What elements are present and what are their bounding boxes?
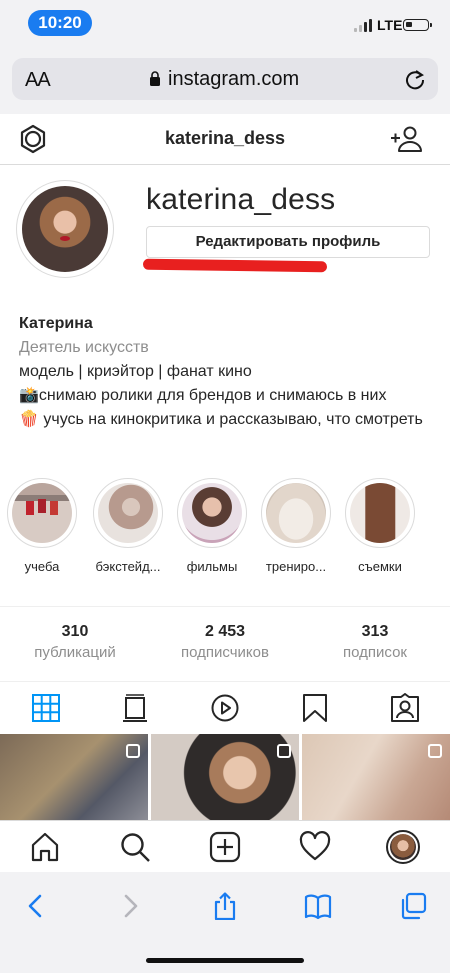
- posts-grid: [0, 734, 450, 820]
- status-time: 10:20: [28, 10, 92, 36]
- igtv-icon[interactable]: [120, 693, 150, 723]
- edit-profile-button[interactable]: Редактировать профиль: [146, 226, 430, 258]
- following-count[interactable]: 313 подписок: [300, 623, 450, 661]
- reload-icon[interactable]: [404, 68, 426, 90]
- highlight-label: съемки: [358, 559, 402, 574]
- highlight-item[interactable]: съемки: [340, 478, 420, 574]
- browser-toolbar: [0, 872, 450, 973]
- instagram-header: katerina_dess: [0, 114, 450, 165]
- highlight-item[interactable]: бэкстейд...: [88, 478, 168, 574]
- bio-line: 🍿 учусь на кинокритика и рассказываю, чт…: [19, 411, 423, 428]
- profile-photo: [22, 186, 108, 272]
- search-icon[interactable]: [119, 831, 151, 863]
- profile-tabs: [0, 681, 450, 733]
- bio-line: 📸снимаю ролики для брендов и снимаюсь в …: [19, 387, 387, 404]
- stat-label: подписок: [343, 644, 407, 661]
- story-highlights: учеба бэкстейд... фильмы трениро... съем…: [0, 478, 450, 582]
- status-bar: 10:20 LTE: [0, 0, 450, 46]
- red-highlight-mark: [142, 258, 328, 273]
- profile-category: Деятель искусств: [19, 339, 149, 356]
- highlight-cover-ring: [261, 478, 331, 548]
- highlight-cover-ring: [345, 478, 415, 548]
- profile-stats: 310 публикаций 2 453 подписчиков 313 под…: [0, 606, 450, 682]
- share-icon[interactable]: [211, 892, 239, 920]
- stat-label: публикаций: [34, 644, 116, 661]
- signal-icon: [354, 18, 376, 32]
- highlight-cover-ring: [93, 478, 163, 548]
- post-thumbnail[interactable]: [0, 734, 148, 820]
- highlight-cover: [12, 483, 72, 543]
- highlight-item[interactable]: учеба: [2, 478, 82, 574]
- post-thumbnail[interactable]: [302, 734, 450, 820]
- forward-icon[interactable]: [116, 892, 144, 920]
- battery-icon: [403, 19, 432, 31]
- highlight-cover: [266, 483, 326, 543]
- highlight-item[interactable]: трениро...: [256, 478, 336, 574]
- bookmarks-book-icon[interactable]: [304, 892, 332, 920]
- highlight-cover: [98, 483, 158, 543]
- saved-bookmark-icon[interactable]: [300, 693, 330, 723]
- highlight-label: фильмы: [186, 559, 238, 574]
- text-size-label: AA: [25, 69, 51, 91]
- tabs-icon[interactable]: [399, 892, 427, 920]
- multiple-photos-icon: [126, 744, 140, 758]
- stat-value: 313: [361, 623, 389, 640]
- stat-label: подписчиков: [181, 644, 269, 661]
- home-icon[interactable]: [29, 831, 61, 863]
- highlight-cover: [350, 483, 410, 543]
- home-indicator[interactable]: [146, 958, 304, 963]
- multiple-photos-icon: [428, 744, 442, 758]
- profile-username: katerina_dess: [146, 183, 336, 216]
- address-bar[interactable]: AA instagram.com: [12, 58, 438, 100]
- text-size-button[interactable]: AA: [25, 69, 51, 92]
- highlight-cover: [182, 483, 242, 543]
- profile-tab-avatar[interactable]: [386, 830, 420, 864]
- followers-count[interactable]: 2 453 подписчиков: [150, 623, 300, 661]
- tagged-icon[interactable]: [390, 693, 420, 723]
- post-thumbnail[interactable]: [151, 734, 299, 820]
- avatar: [390, 834, 416, 860]
- stat-value: 2 453: [204, 623, 246, 640]
- profile-name: Катерина: [19, 315, 93, 332]
- activity-heart-icon[interactable]: [299, 831, 331, 863]
- highlight-cover-ring: [177, 478, 247, 548]
- posts-count: 310 публикаций: [0, 623, 150, 661]
- url-text: instagram.com: [168, 68, 300, 90]
- instagram-bottom-nav: [0, 820, 450, 873]
- highlight-cover-ring: [7, 478, 77, 548]
- highlight-label: бэкстейд...: [95, 559, 161, 574]
- stat-value: 310: [61, 623, 89, 640]
- reels-play-icon[interactable]: [210, 693, 240, 723]
- highlight-item[interactable]: фильмы: [172, 478, 252, 574]
- new-post-icon[interactable]: [209, 831, 241, 863]
- highlight-label: трениро...: [265, 559, 327, 574]
- multiple-photos-icon: [277, 744, 291, 758]
- network-type: LTE: [377, 17, 403, 33]
- profile-bio: Катерина Деятель искусств модель | криэй…: [19, 312, 434, 432]
- grid-icon[interactable]: [31, 693, 61, 723]
- browser-address-area: AA instagram.com: [0, 46, 450, 114]
- lock-icon: [150, 71, 160, 86]
- profile-avatar[interactable]: [16, 180, 114, 278]
- header-username: katerina_dess: [164, 128, 286, 148]
- highlight-label: учеба: [24, 559, 60, 574]
- add-user-icon[interactable]: [390, 125, 422, 153]
- bio-line: модель | криэйтор | фанат кино: [19, 363, 252, 380]
- back-icon[interactable]: [22, 892, 50, 920]
